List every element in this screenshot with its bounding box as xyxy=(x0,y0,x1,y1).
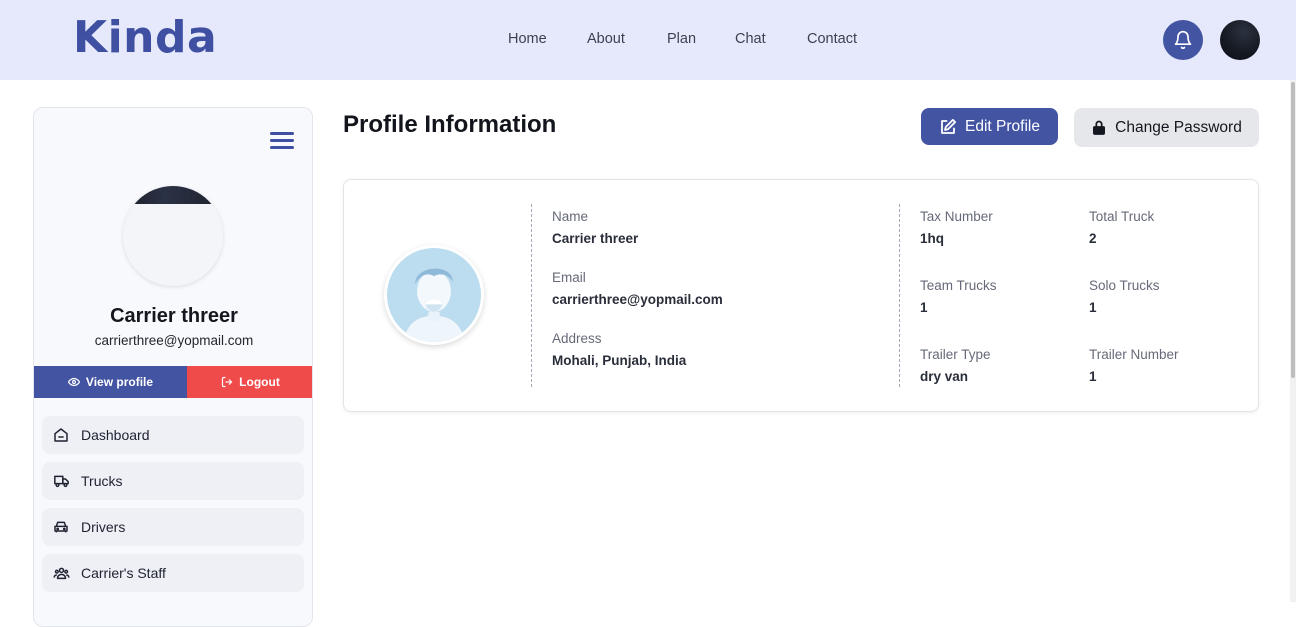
home-icon xyxy=(52,426,70,444)
solo-trucks-label: Solo Trucks xyxy=(1089,278,1160,293)
logout-icon xyxy=(222,376,233,388)
edit-profile-button[interactable]: Edit Profile xyxy=(921,108,1058,145)
logout-label: Logout xyxy=(239,375,280,389)
divider xyxy=(899,204,900,387)
page-title: Profile Information xyxy=(343,111,557,138)
sidebar-item-drivers[interactable]: Drivers xyxy=(42,508,304,546)
logo[interactable]: Kinda xyxy=(73,12,217,63)
change-password-label: Change Password xyxy=(1115,118,1242,136)
name-label: Name xyxy=(552,209,589,224)
scrollbar-thumb[interactable] xyxy=(1291,82,1295,378)
sidebar-user-email: carrierthree@yopmail.com xyxy=(94,333,254,348)
email-value: carrierthree@yopmail.com xyxy=(552,292,723,307)
view-profile-label: View profile xyxy=(85,375,154,389)
sidebar-item-label: Dashboard xyxy=(81,427,150,443)
car-icon xyxy=(52,518,70,536)
truck-icon xyxy=(52,472,70,490)
profile-card: Name Carrier threer Email carrierthree@y… xyxy=(343,179,1259,412)
sidebar-avatar xyxy=(123,186,223,286)
sidebar-item-label: Carrier's Staff xyxy=(81,565,166,581)
total-truck-label: Total Truck xyxy=(1089,209,1155,224)
tax-number-value: 1hq xyxy=(920,231,945,246)
edit-icon xyxy=(941,118,957,134)
nav-chat[interactable]: Chat xyxy=(735,31,766,47)
sidebar-item-label: Trucks xyxy=(81,473,123,489)
address-label: Address xyxy=(552,331,602,346)
trailer-type-value: dry van xyxy=(920,369,969,384)
email-label: Email xyxy=(552,270,586,285)
notifications-button[interactable] xyxy=(1163,20,1203,60)
trailer-number-label: Trailer Number xyxy=(1089,347,1179,362)
user-avatar[interactable] xyxy=(1220,20,1260,60)
address-value: Mohali, Punjab, India xyxy=(552,353,687,368)
divider xyxy=(531,204,532,387)
logout-button[interactable]: Logout xyxy=(187,366,312,398)
edit-profile-label: Edit Profile xyxy=(965,117,1040,135)
sidebar-user-name: Carrier threer xyxy=(110,305,238,327)
nav-about[interactable]: About xyxy=(587,31,625,47)
sidebar-item-label: Drivers xyxy=(81,519,126,535)
menu-toggle-icon[interactable] xyxy=(270,132,294,150)
sidebar: Carrier threer carrierthree@yopmail.com … xyxy=(33,107,313,627)
total-truck-value: 2 xyxy=(1089,231,1097,246)
top-navbar: Kinda Home About Plan Chat Contact xyxy=(0,0,1296,80)
view-profile-button[interactable]: View profile xyxy=(34,366,187,398)
tax-number-label: Tax Number xyxy=(920,209,993,224)
bell-icon xyxy=(1174,30,1192,50)
team-trucks-value: 1 xyxy=(920,300,928,315)
profile-avatar xyxy=(384,245,484,345)
solo-trucks-value: 1 xyxy=(1089,300,1097,315)
trailer-type-label: Trailer Type xyxy=(920,347,991,362)
eye-icon xyxy=(67,377,80,387)
nav-home[interactable]: Home xyxy=(508,31,547,47)
user-placeholder-icon xyxy=(403,268,465,342)
lock-icon xyxy=(1093,120,1106,135)
users-icon xyxy=(52,564,70,582)
nav-plan[interactable]: Plan xyxy=(667,31,696,47)
change-password-button[interactable]: Change Password xyxy=(1074,108,1259,147)
team-trucks-label: Team Trucks xyxy=(920,278,997,293)
trailer-number-value: 1 xyxy=(1089,369,1097,384)
nav-contact[interactable]: Contact xyxy=(807,31,857,47)
sidebar-item-carriers-staff[interactable]: Carrier's Staff xyxy=(42,554,304,592)
sidebar-item-dashboard[interactable]: Dashboard xyxy=(42,416,304,454)
name-value: Carrier threer xyxy=(552,231,639,246)
sidebar-item-trucks[interactable]: Trucks xyxy=(42,462,304,500)
